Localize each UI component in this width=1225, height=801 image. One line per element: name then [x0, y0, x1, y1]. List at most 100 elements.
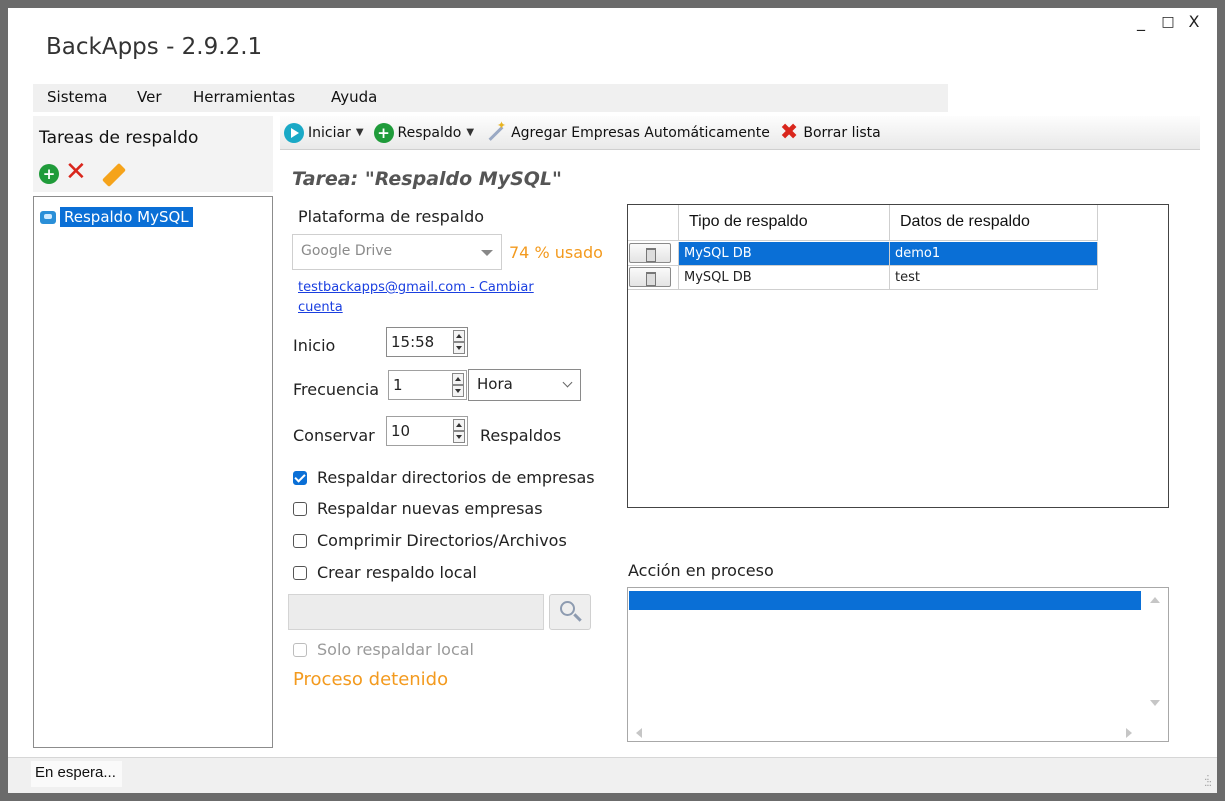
table-row[interactable]: MySQL DB demo1 — [628, 242, 1098, 266]
start-time-label: Inicio — [293, 336, 336, 355]
scroll-right-icon[interactable] — [1126, 728, 1132, 738]
delete-task-icon[interactable]: ✕ — [65, 157, 87, 187]
grid-header-type[interactable]: Tipo de respaldo — [679, 205, 890, 241]
menu-bar: Sistema Ver Herramientas Ayuda — [33, 84, 948, 112]
keep-suffix: Respaldos — [480, 426, 562, 445]
row-type[interactable]: MySQL DB — [679, 266, 890, 290]
option-compress[interactable]: Comprimir Directorios/Archivos — [293, 531, 567, 550]
increment-icon[interactable] — [453, 330, 465, 342]
trash-icon[interactable] — [629, 267, 671, 287]
platform-label: Plataforma de respaldo — [298, 207, 485, 226]
delete-cell — [628, 242, 679, 266]
increment-icon[interactable] — [453, 419, 465, 431]
action-label: Acción en proceso — [628, 561, 774, 580]
search-icon — [560, 601, 575, 616]
browse-button[interactable] — [549, 594, 591, 630]
process-status: Proceso detenido — [293, 669, 449, 690]
local-path-input[interactable] — [288, 594, 544, 630]
search-icon-handle — [573, 613, 582, 622]
menu-herramientas[interactable]: Herramientas — [193, 88, 295, 106]
increment-icon[interactable] — [452, 373, 464, 385]
option-new-companies[interactable]: Respaldar nuevas empresas — [293, 499, 543, 518]
task-title: Tarea: "Respaldo MySQL" — [292, 168, 562, 190]
start-label: Iniciar — [308, 124, 351, 141]
add-task-icon[interactable]: + — [39, 164, 59, 184]
table-row[interactable]: MySQL DB test — [628, 266, 1098, 290]
option-label: Comprimir Directorios/Archivos — [317, 531, 567, 550]
option-local-only: Solo respaldar local — [293, 640, 474, 659]
task-list: Respaldo MySQL — [33, 196, 273, 748]
red-x-icon: ✖ — [779, 119, 799, 145]
scroll-up-icon[interactable] — [1150, 597, 1160, 603]
option-label: Crear respaldo local — [317, 563, 477, 582]
vertical-scrollbar[interactable] — [1142, 588, 1168, 726]
checkbox-checked-icon[interactable] — [293, 470, 307, 485]
main-toolbar: Iniciar ▼ + Respaldo ▼ Agregar Empresas … — [280, 116, 1200, 150]
trash-icon[interactable] — [629, 243, 671, 263]
decrement-icon[interactable] — [453, 342, 465, 354]
status-bar: En espera... .:.:: — [8, 757, 1217, 793]
clear-list-button[interactable]: ✖ Borrar lista — [779, 119, 881, 145]
start-button[interactable]: Iniciar ▼ — [284, 122, 364, 143]
row-data[interactable]: test — [890, 266, 1098, 290]
action-list-item[interactable] — [629, 591, 1141, 610]
platform-value: Google Drive — [301, 243, 393, 259]
clear-label: Borrar lista — [803, 124, 881, 141]
grid-header-data[interactable]: Datos de respaldo — [890, 205, 1098, 241]
menu-ayuda[interactable]: Ayuda — [331, 88, 377, 106]
grid-header-blank — [628, 205, 679, 241]
minimize-button[interactable]: _ — [1130, 12, 1152, 31]
task-item-respaldo-mysql[interactable]: Respaldo MySQL — [40, 205, 193, 229]
menu-sistema[interactable]: Sistema — [47, 88, 107, 106]
scroll-down-icon[interactable] — [1150, 700, 1160, 706]
frequency-unit-select[interactable]: Hora — [468, 369, 581, 401]
checkbox-icon[interactable] — [293, 533, 307, 548]
backup-button[interactable]: + Respaldo ▼ — [373, 122, 474, 143]
decrement-icon[interactable] — [453, 431, 465, 443]
keep-label: Conservar — [293, 426, 375, 445]
start-time-value: 15:58 — [391, 333, 435, 351]
menu-ver[interactable]: Ver — [137, 88, 162, 106]
task-item-label: Respaldo MySQL — [60, 207, 193, 227]
keep-value: 10 — [391, 422, 411, 440]
frequency-stepper[interactable]: 1 — [388, 370, 467, 400]
sidebar-title: Tareas de respaldo — [39, 128, 199, 148]
horizontal-scrollbar[interactable] — [628, 723, 1144, 741]
window-title: BackApps - 2.9.2.1 — [46, 34, 263, 60]
frequency-unit-value: Hora — [477, 375, 513, 393]
magic-wand-icon — [484, 119, 506, 144]
row-type[interactable]: MySQL DB — [679, 242, 890, 266]
start-dropdown-icon[interactable]: ▼ — [356, 127, 364, 138]
close-button[interactable]: X — [1183, 12, 1205, 31]
maximize-button[interactable]: □ — [1157, 14, 1179, 30]
checkbox-icon[interactable] — [293, 501, 307, 516]
status-text: En espera... — [31, 761, 122, 787]
dropdown-arrow-icon — [481, 250, 493, 256]
option-label: Respaldar directorios de empresas — [317, 468, 595, 487]
resize-grip-icon[interactable]: .:.:: — [1204, 773, 1212, 789]
option-company-dirs[interactable]: Respaldar directorios de empresas — [293, 468, 595, 487]
frequency-value: 1 — [393, 376, 403, 394]
sidebar-toolbar: + ✕ — [33, 156, 273, 192]
scroll-left-icon[interactable] — [636, 728, 642, 738]
start-time-stepper[interactable]: 15:58 — [386, 327, 468, 357]
edit-task-icon[interactable] — [101, 162, 127, 188]
option-local-backup[interactable]: Crear respaldo local — [293, 563, 477, 582]
chevron-down-icon — [562, 377, 573, 388]
backup-label: Respaldo — [397, 124, 462, 141]
platform-select[interactable]: Google Drive — [292, 234, 502, 270]
option-label: Solo respaldar local — [317, 640, 474, 659]
sidebar-header: Tareas de respaldo — [33, 116, 273, 156]
checkbox-icon[interactable] — [293, 565, 307, 580]
change-account-link[interactable]: testbackapps@gmail.com - Cambiar cuenta — [298, 278, 568, 318]
action-list[interactable] — [627, 587, 1169, 742]
delete-cell — [628, 266, 679, 290]
keep-stepper[interactable]: 10 — [386, 416, 468, 446]
plus-circle-icon: + — [373, 122, 394, 143]
grid-header: Tipo de respaldo Datos de respaldo — [628, 205, 1098, 241]
decrement-icon[interactable] — [452, 385, 464, 397]
row-data[interactable]: demo1 — [890, 242, 1098, 266]
auto-add-companies-button[interactable]: Agregar Empresas Automáticamente — [484, 119, 770, 144]
frequency-label: Frecuencia — [293, 380, 380, 399]
backup-dropdown-icon[interactable]: ▼ — [466, 127, 474, 138]
